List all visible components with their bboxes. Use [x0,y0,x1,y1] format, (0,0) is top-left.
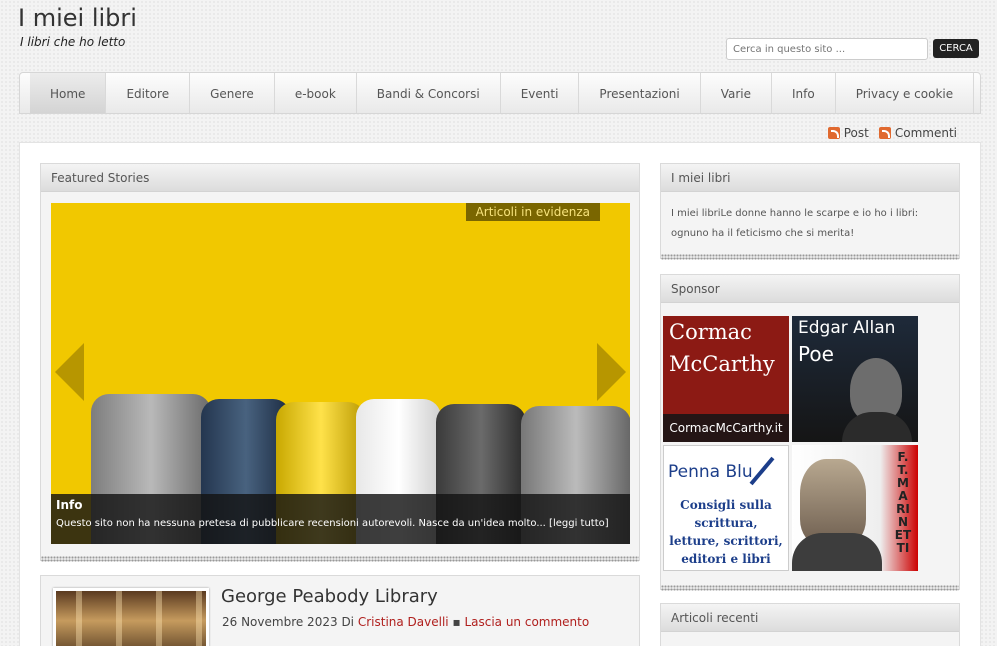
ad-penna-text: Consigli sulla scrittura, letture, scrit… [669,498,783,566]
nav-genere[interactable]: Genere [190,73,275,113]
poe-portrait [842,412,912,442]
slider-prev-arrow-icon[interactable] [55,343,84,401]
thumbnail-column [76,591,82,646]
ad-poe-line1: Edgar Allan [798,318,896,338]
ad-edgar-allan-poe[interactable]: Edgar Allan Poe [792,316,918,442]
ad-penna-title: Penna Blu [668,462,753,482]
nav-bandi-concorsi[interactable]: Bandi & Concorsi [357,73,501,113]
featured-heading: Featured Stories [41,164,639,192]
thumbnail-column [116,591,122,646]
dotted-divider [661,585,959,591]
nav-ebook[interactable]: e-book [275,73,357,113]
about-heading: I miei libri [661,164,959,192]
thumbnail-column [196,591,202,646]
nav-home[interactable]: Home [30,73,107,113]
search-button[interactable]: CERCA [933,39,979,58]
ad-marinetti-text: F.T. MARINETTI [894,450,912,555]
post-meta: 26 Novembre 2023 Di Cristina Davelli ▪ L… [222,615,589,629]
nav-info[interactable]: Info [772,73,836,113]
comments-feed-label: Commenti [894,126,957,140]
slide-caption-text[interactable]: Questo sito non ha nessuna pretesa di pu… [56,518,625,529]
rss-icon [827,127,840,139]
nav-privacy-cookie[interactable]: Privacy e cookie [836,73,975,113]
ad-cormac-footer: CormacMcCarthy.it [663,414,789,442]
nav-varie[interactable]: Varie [701,73,772,113]
rss-icon [878,127,891,139]
nav-editore[interactable]: Editore [106,73,191,113]
post-thumbnail[interactable] [53,588,209,646]
dotted-divider [41,556,639,562]
featured-slide[interactable]: Articoli in evidenza Info Questo sito no… [51,203,630,544]
ad-penna-blu[interactable]: Penna Blu Consigli sulla scrittura, lett… [663,445,789,571]
dotted-divider [661,254,959,260]
search-input[interactable] [726,38,928,60]
post-by: Di [341,615,355,629]
nav-eventi[interactable]: Eventi [501,73,580,113]
sidebar-about-box: I miei libri I miei libriLe donne hanno … [660,163,960,260]
marinetti-portrait [792,533,882,571]
post-title[interactable]: George Peabody Library [221,586,438,607]
pen-icon [749,456,775,486]
main-nav: Home Editore Genere e-book Bandi & Conco… [19,72,981,114]
feed-links: Post Commenti [827,126,957,140]
post-author[interactable]: Cristina Davelli [358,615,449,629]
post-box: George Peabody Library 26 Novembre 2023 … [40,575,640,646]
slider-next-arrow-icon[interactable] [597,343,626,401]
ad-cormac-line2: McCarthy [669,352,775,376]
comments-feed-link[interactable]: Commenti [878,126,957,140]
recent-posts-heading: Articoli recenti [661,604,959,632]
posts-feed-label: Post [843,126,869,140]
ad-cormac-mccarthy[interactable]: Cormac McCarthy CormacMcCarthy.it [663,316,789,442]
meta-separator: ▪ [452,615,461,629]
site-title[interactable]: I miei libri [18,4,137,32]
featured-badge[interactable]: Articoli in evidenza [465,203,600,221]
comment-link[interactable]: Lascia un commento [464,615,589,629]
post-date: 26 Novembre 2023 [222,615,338,629]
slide-caption: Info Questo sito non ha nessuna pretesa … [51,494,630,544]
slide-caption-title[interactable]: Info [56,498,625,512]
ad-cormac-line1: Cormac [669,320,752,344]
ad-poe-line2: Poe [798,342,834,366]
about-text: I miei libriLe donne hanno le scarpe e i… [671,208,919,239]
featured-box: Featured Stories Articoli in evidenza In… [40,163,640,562]
thumbnail-column [156,591,162,646]
site-tagline: I libri che ho letto [20,35,126,49]
recent-posts-box: Articoli recenti [660,603,960,646]
nav-presentazioni[interactable]: Presentazioni [579,73,701,113]
sponsor-box: Sponsor Cormac McCarthy CormacMcCarthy.i… [660,274,960,591]
posts-feed-link[interactable]: Post [827,126,869,140]
ad-marinetti[interactable]: F.T. MARINETTI [792,445,918,571]
sponsor-heading: Sponsor [661,275,959,303]
